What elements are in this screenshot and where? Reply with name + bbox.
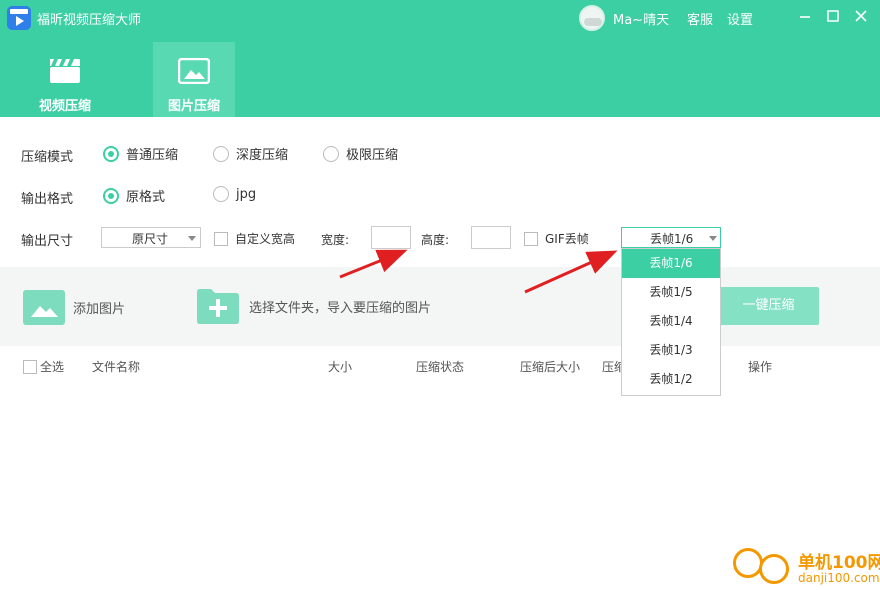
- image-icon: [23, 290, 65, 325]
- column-header-actions: 操作: [748, 360, 773, 374]
- tab-video-compress[interactable]: 视频压缩: [24, 42, 106, 117]
- watermark-url: danji100.com: [798, 571, 880, 585]
- add-image-label: 添加图片: [73, 302, 126, 317]
- one-click-compress-button[interactable]: 一键压缩: [718, 287, 819, 325]
- gif-drop-frame-dropdown: 丢帧1/6 丢帧1/5 丢帧1/4 丢帧1/3 丢帧1/2: [621, 248, 721, 396]
- column-header-size: 大小: [328, 360, 353, 374]
- header-bar: 福昕视频压缩大师 Ma~晴天 客服 设置 视频压缩 图片压缩: [0, 0, 880, 117]
- username[interactable]: Ma~晴天: [613, 9, 669, 28]
- tab-image-compress[interactable]: 图片压缩: [153, 42, 235, 117]
- dropdown-option[interactable]: 丢帧1/5: [622, 278, 720, 307]
- select-folder-button[interactable]: 选择文件夹，导入要压缩的图片: [195, 288, 431, 324]
- column-header-compressed-size: 压缩后大小: [520, 360, 581, 374]
- dropdown-option[interactable]: 丢帧1/6: [622, 249, 720, 278]
- custom-size-checkbox[interactable]: 自定义宽高: [214, 230, 295, 247]
- column-header-filename: 文件名称: [92, 360, 141, 374]
- output-format-label: 输出格式: [21, 192, 74, 207]
- size-select-value: 原尺寸: [132, 232, 169, 246]
- chevron-down-icon: [188, 236, 196, 241]
- gif-select-value: 丢帧1/6: [650, 232, 694, 246]
- user-avatar[interactable]: [579, 5, 605, 31]
- radio-original-format[interactable]: 原格式: [103, 186, 165, 205]
- radio-extreme-compress[interactable]: 极限压缩: [323, 144, 398, 163]
- tab-label: 视频压缩: [38, 99, 91, 114]
- app-window: 福昕视频压缩大师 Ma~晴天 客服 设置 视频压缩 图片压缩 压缩模式 普通压缩…: [0, 0, 880, 590]
- radio-normal-compress[interactable]: 普通压缩: [103, 144, 178, 163]
- gif-drop-frame-checkbox[interactable]: GIF丢帧: [524, 230, 589, 247]
- maximize-icon[interactable]: [825, 8, 841, 24]
- app-title: 福昕视频压缩大师: [37, 13, 142, 28]
- settings-link[interactable]: 设置: [727, 9, 753, 28]
- height-label: 高度:: [421, 233, 450, 247]
- minimize-icon[interactable]: [797, 8, 813, 24]
- close-icon[interactable]: [853, 8, 869, 24]
- select-all-checkbox[interactable]: 全选: [23, 358, 64, 375]
- app-logo-icon: [7, 6, 31, 30]
- dropdown-option[interactable]: 丢帧1/3: [622, 336, 720, 365]
- tab-label: 图片压缩: [167, 99, 220, 114]
- column-header-status: 压缩状态: [416, 360, 465, 374]
- watermark-title: 单机100网: [798, 553, 880, 573]
- output-size-label: 输出尺寸: [21, 234, 74, 249]
- customer-service-link[interactable]: 客服: [687, 9, 713, 28]
- radio-jpg-format[interactable]: jpg: [213, 186, 256, 202]
- compress-mode-label: 压缩模式: [21, 150, 74, 165]
- width-label: 宽度:: [321, 233, 350, 247]
- height-input[interactable]: [471, 226, 511, 249]
- chevron-down-icon: [709, 236, 717, 241]
- image-icon: [178, 58, 210, 84]
- add-image-button[interactable]: 添加图片: [23, 290, 125, 325]
- dropdown-option[interactable]: 丢帧1/4: [622, 307, 720, 336]
- folder-add-icon: [195, 288, 241, 324]
- select-folder-label: 选择文件夹，导入要压缩的图片: [249, 300, 432, 316]
- size-select[interactable]: 原尺寸: [101, 227, 201, 248]
- gif-drop-frame-select[interactable]: 丢帧1/6: [621, 227, 721, 248]
- width-input[interactable]: [371, 226, 411, 249]
- clapperboard-icon: [50, 59, 80, 83]
- dropdown-option[interactable]: 丢帧1/2: [622, 365, 720, 394]
- radio-deep-compress[interactable]: 深度压缩: [213, 144, 288, 163]
